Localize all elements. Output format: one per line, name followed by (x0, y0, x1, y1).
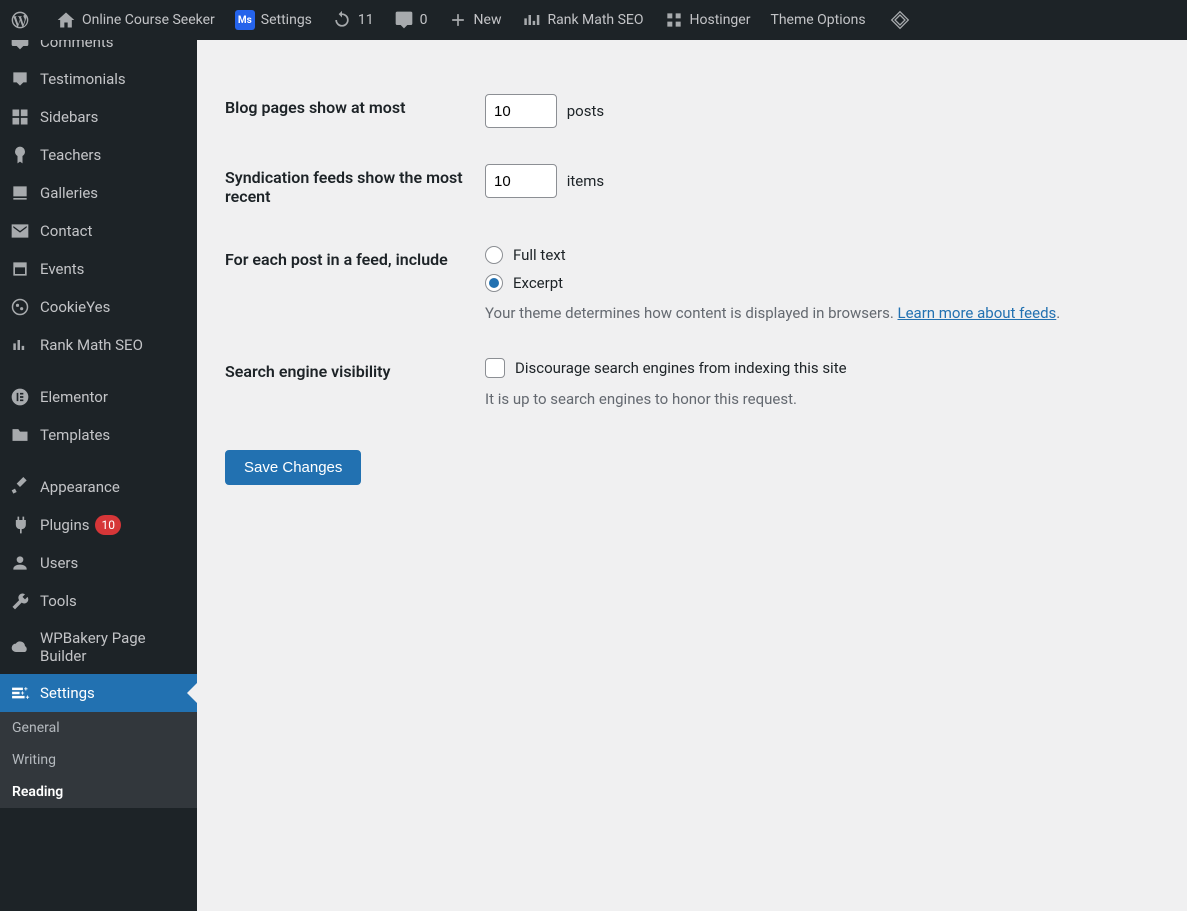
sidebar-item-testimonials[interactable]: Testimonials (0, 60, 197, 98)
input-blog-pages[interactable] (485, 94, 557, 128)
sidebar-item-events[interactable]: Events (0, 250, 197, 288)
sidebar-item-cookieyes[interactable]: CookieYes (0, 288, 197, 326)
adminbar-updates[interactable]: 11 (322, 0, 384, 40)
radio-excerpt-row[interactable]: Excerpt (485, 274, 1159, 292)
search-visibility-note: It is up to search engines to honor this… (485, 390, 1159, 408)
suffix-items: items (567, 172, 604, 190)
diamond-icon (890, 10, 910, 30)
brush-icon (8, 477, 32, 497)
checkbox-discourage-row[interactable]: Discourage search engines from indexing … (485, 358, 1159, 378)
adminbar-comments-count: 0 (420, 12, 428, 28)
calendar-icon (8, 259, 32, 279)
plus-icon (448, 10, 468, 30)
admin-sidebar: Comments Testimonials Sidebars Teachers … (0, 40, 197, 911)
radio-excerpt[interactable] (485, 274, 503, 292)
adminbar-rankmath[interactable]: Rank Math SEO (511, 0, 653, 40)
submenu-writing[interactable]: Writing (0, 744, 197, 776)
refresh-icon (332, 10, 352, 30)
comment-icon (8, 40, 32, 51)
adminbar-site[interactable]: Online Course Seeker (46, 0, 225, 40)
user-icon (8, 553, 32, 573)
sidebar-item-templates[interactable]: Templates (0, 416, 197, 454)
adminbar-comments[interactable]: 0 (384, 0, 438, 40)
plugins-update-count: 10 (95, 515, 121, 535)
cookie-icon (8, 297, 32, 317)
sidebar-item-sidebars[interactable]: Sidebars (0, 98, 197, 136)
sidebar-item-appearance[interactable]: Appearance (0, 468, 197, 506)
page-content: Blog pages show at most posts Syndicatio… (197, 40, 1187, 911)
sidebar-item-rankmath[interactable]: Rank Math SEO (0, 326, 197, 364)
feed-description: Your theme determines how content is dis… (485, 304, 1159, 322)
elementor-icon (8, 387, 32, 407)
sidebar-item-settings[interactable]: Settings (0, 674, 197, 712)
adminbar-updates-count: 11 (358, 12, 374, 28)
bar-chart-icon (521, 10, 541, 30)
sidebar-item-tools[interactable]: Tools (0, 582, 197, 620)
suffix-posts: posts (567, 102, 604, 120)
save-changes-button[interactable]: Save Changes (225, 450, 361, 485)
settings-submenu: General Writing Reading (0, 712, 197, 808)
label-syndication: Syndication feeds show the most recent (225, 146, 485, 228)
settings-form: Blog pages show at most posts Syndicatio… (225, 76, 1159, 426)
sidebar-item-users[interactable]: Users (0, 544, 197, 582)
input-syndication[interactable] (485, 164, 557, 198)
adminbar-site-name: Online Course Seeker (82, 12, 215, 28)
hostinger-icon (664, 10, 684, 30)
menu-separator (0, 454, 197, 468)
adminbar-diamond[interactable] (880, 0, 920, 40)
cloud-icon (8, 637, 32, 657)
adminbar-hostinger[interactable]: Hostinger (654, 0, 761, 40)
sidebar-item-elementor[interactable]: Elementor (0, 378, 197, 416)
testimonial-icon (8, 69, 32, 89)
adminbar-wp-logo[interactable] (0, 0, 46, 40)
wrench-icon (8, 591, 32, 611)
sidebar-item-comments[interactable]: Comments (0, 40, 197, 60)
adminbar-rankmath-settings[interactable]: Ms Settings (225, 0, 322, 40)
gallery-icon (8, 183, 32, 203)
wordpress-icon (10, 10, 30, 30)
adminbar-new[interactable]: New (438, 0, 512, 40)
radio-full-text[interactable] (485, 246, 503, 264)
sidebar-item-wpbakery[interactable]: WPBakery Page Builder (0, 620, 197, 674)
label-feed-content: For each post in a feed, include (225, 228, 485, 340)
sidebar-item-contact[interactable]: Contact (0, 212, 197, 250)
adminbar-theme-options[interactable]: Theme Options (760, 0, 875, 40)
comment-icon (394, 10, 414, 30)
metrics-icon: Ms (235, 10, 255, 30)
menu-separator (0, 364, 197, 378)
plug-icon (8, 515, 32, 535)
submenu-reading[interactable]: Reading (0, 776, 197, 808)
bar-chart-icon (8, 335, 32, 355)
sliders-icon (8, 683, 32, 703)
radio-full-text-row[interactable]: Full text (485, 246, 1159, 264)
award-icon (8, 145, 32, 165)
submenu-general[interactable]: General (0, 712, 197, 744)
learn-more-feeds-link[interactable]: Learn more about feeds (898, 304, 1057, 322)
checkbox-discourage[interactable] (485, 358, 505, 378)
home-icon (56, 10, 76, 30)
label-search-visibility: Search engine visibility (225, 340, 485, 426)
label-blog-pages: Blog pages show at most (225, 76, 485, 146)
sidebar-item-galleries[interactable]: Galleries (0, 174, 197, 212)
sidebar-item-teachers[interactable]: Teachers (0, 136, 197, 174)
sidebar-item-plugins[interactable]: Plugins 10 (0, 506, 197, 544)
mail-icon (8, 221, 32, 241)
folder-icon (8, 425, 32, 445)
grid-icon (8, 107, 32, 127)
adminbar: Online Course Seeker Ms Settings 11 0 Ne… (0, 0, 1187, 40)
